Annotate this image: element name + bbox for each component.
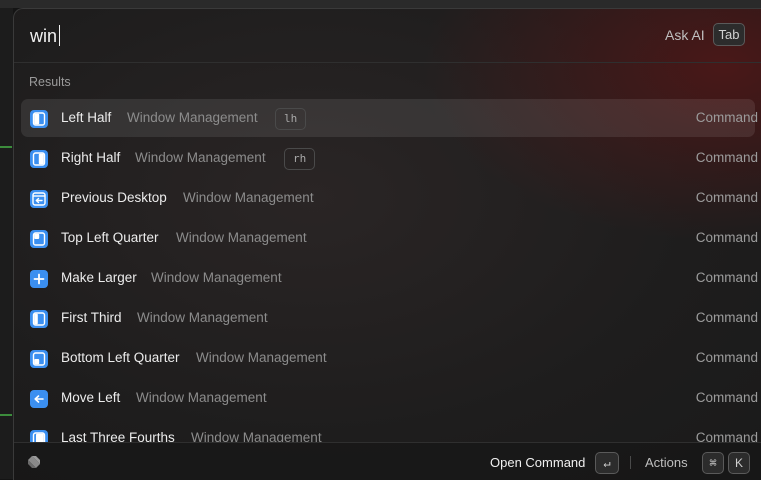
- result-subtitle: Window Management: [137, 310, 268, 325]
- result-subtitle: Window Management: [196, 350, 327, 365]
- raycast-logo-icon: [26, 454, 42, 470]
- result-title: Make Larger: [61, 270, 137, 285]
- actions-button[interactable]: Actions: [645, 455, 688, 470]
- text-caret: [59, 25, 60, 46]
- enter-key-hint: ↵: [595, 452, 619, 474]
- result-item-previous-desktop[interactable]: Previous Desktop Window Management Comma…: [21, 179, 758, 217]
- result-title: Last Three Fourths: [61, 430, 175, 442]
- desktop-background-accent: [0, 414, 12, 416]
- result-subtitle: Window Management: [176, 230, 307, 245]
- result-title: First Third: [61, 310, 122, 325]
- ask-ai-button[interactable]: Ask AI: [665, 27, 705, 43]
- result-kind: Command: [695, 230, 758, 245]
- desktop-background-strip: [0, 0, 761, 8]
- result-item-first-third[interactable]: First Third Window Management Command: [21, 299, 758, 337]
- launcher-panel: Ask AI Tab Results Left Half Window Mana…: [13, 8, 761, 480]
- result-item-left-half[interactable]: Left Half Window Management lh Command: [21, 99, 758, 137]
- action-bar: Open Command ↵ Actions ⌘ K: [14, 442, 761, 480]
- result-subtitle: Window Management: [183, 190, 314, 205]
- top-left-quarter-icon: [30, 230, 48, 248]
- bottom-left-quarter-icon: [30, 350, 48, 368]
- results-section-label: Results: [29, 75, 71, 89]
- result-subtitle: Window Management: [151, 270, 282, 285]
- search-input[interactable]: [30, 23, 590, 49]
- result-title: Move Left: [61, 390, 121, 405]
- right-half-icon: [30, 150, 48, 168]
- result-title: Top Left Quarter: [61, 230, 159, 245]
- desktop-background-accent: [0, 146, 12, 148]
- search-bar: Ask AI Tab: [14, 9, 761, 63]
- result-kind: Command: [695, 110, 758, 125]
- result-kind: Command: [695, 150, 758, 165]
- result-kind: Command: [695, 270, 758, 285]
- result-item-make-larger[interactable]: Make Larger Window Management Command: [21, 259, 758, 297]
- result-item-right-half[interactable]: Right Half Window Management rh Command: [21, 139, 758, 177]
- result-kind: Command: [695, 390, 758, 405]
- open-command-button[interactable]: Open Command: [490, 455, 585, 470]
- result-kind: Command: [695, 310, 758, 325]
- move-left-icon: [30, 390, 48, 408]
- result-subtitle: Window Management: [127, 110, 258, 125]
- result-title: Previous Desktop: [61, 190, 167, 205]
- k-key-hint: K: [728, 452, 750, 474]
- result-kind: Command: [695, 350, 758, 365]
- result-kind: Command: [695, 190, 758, 205]
- result-kind: Command: [695, 430, 758, 442]
- result-item-move-left[interactable]: Move Left Window Management Command: [21, 379, 758, 417]
- results-list: Left Half Window Management lh Command R…: [14, 99, 761, 442]
- plus-icon: [30, 270, 48, 288]
- result-alias-badge: lh: [275, 108, 307, 130]
- result-item-top-left-quarter[interactable]: Top Left Quarter Window Management Comma…: [21, 219, 758, 257]
- left-half-icon: [30, 110, 48, 128]
- last-three-fourths-icon: [30, 430, 48, 442]
- footer-divider: [630, 456, 631, 469]
- tab-key-hint: Tab: [713, 23, 745, 46]
- first-third-icon: [30, 310, 48, 328]
- result-item-last-three-fourths[interactable]: Last Three Fourths Window Management Com…: [21, 419, 758, 442]
- result-subtitle: Window Management: [136, 390, 267, 405]
- desktop-background-left: [0, 8, 13, 479]
- previous-desktop-icon: [30, 190, 48, 208]
- result-title: Right Half: [61, 150, 121, 165]
- result-title: Bottom Left Quarter: [61, 350, 180, 365]
- result-alias-badge: rh: [284, 148, 316, 170]
- result-title: Left Half: [61, 110, 112, 125]
- result-subtitle: Window Management: [191, 430, 322, 442]
- command-key-hint: ⌘: [702, 452, 724, 474]
- result-subtitle: Window Management: [135, 150, 266, 165]
- result-item-bottom-left-quarter[interactable]: Bottom Left Quarter Window Management Co…: [21, 339, 758, 377]
